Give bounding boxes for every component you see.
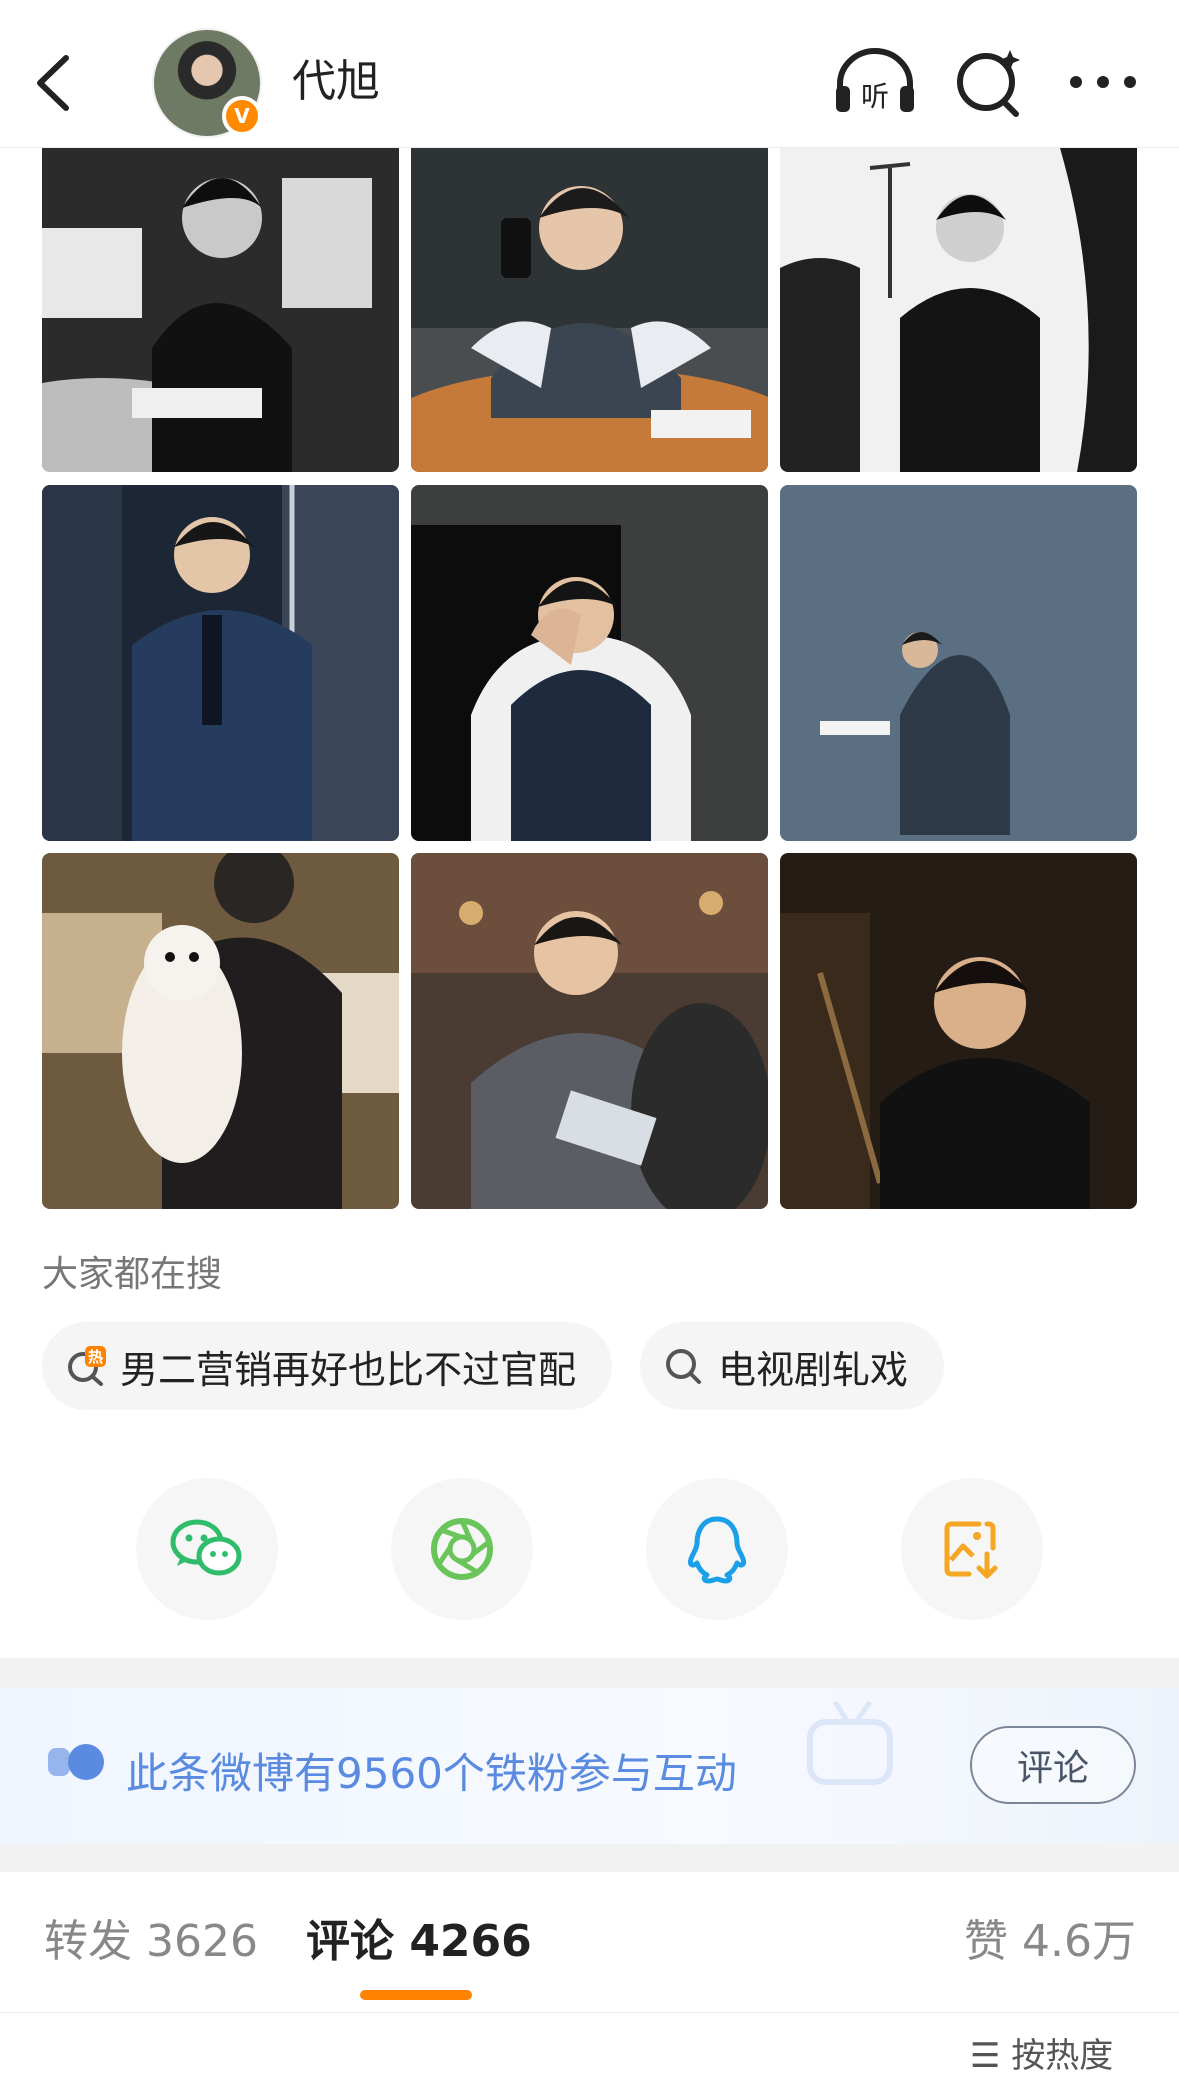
section-divider [0,1658,1179,1688]
more-dots-icon [1070,76,1136,88]
back-button[interactable] [30,48,80,118]
tv-decoration-icon [807,1700,893,1785]
search-chip-label: 电视剧轧戏 [718,1347,909,1392]
search-sparkle-icon [957,50,1020,117]
verified-badge: V [222,96,262,136]
more-button[interactable] [1058,44,1148,120]
search-button[interactable] [944,44,1034,120]
photo-3[interactable] [780,148,1137,472]
fan-interaction-banner: 此条微博有9560个铁粉参与互动 评论 [0,1688,1179,1844]
photo-2[interactable] [411,148,768,472]
tab-comment[interactable]: 评论 4266 [306,1912,532,1972]
photo-5[interactable] [411,485,768,841]
share-wechat-button[interactable] [136,1478,278,1620]
share-qq-button[interactable] [646,1478,788,1620]
hot-search-title: 大家都在搜 [42,1254,223,1295]
interaction-tabs: 转发 3626 评论 4266 赞 4.6万 [0,1872,1179,2012]
save-image-button[interactable] [901,1478,1043,1620]
fan-icon [48,1744,104,1780]
sort-button[interactable]: ☰ 按热度 [970,2028,1113,2077]
divider [0,2012,1179,2013]
search-chip-2[interactable]: 电视剧轧戏 [640,1322,945,1410]
search-chip-1[interactable]: 热 男二营销再好也比不过官配 [42,1322,613,1410]
tab-repost[interactable]: 转发 3626 [44,1912,258,1972]
listen-button[interactable]: 听 [830,44,920,120]
photo-grid [42,148,1137,1210]
active-tab-indicator [360,1990,472,2000]
username[interactable]: 代旭 [292,52,380,112]
section-divider [0,1844,1179,1872]
hot-badge: 热 [88,1348,103,1366]
fan-interaction-text: 此条微博有9560个铁粉参与互动 [126,1749,737,1798]
photo-1[interactable] [42,148,399,472]
photo-6[interactable] [780,485,1137,841]
photo-9[interactable] [780,853,1137,1209]
listen-label: 听 [861,80,889,113]
hot-search-icon: 热 [68,1346,106,1386]
search-chip-label: 男二营销再好也比不过官配 [120,1347,577,1392]
top-nav-bar: V 代旭 听 [0,0,1179,148]
photo-8[interactable] [411,853,768,1209]
wechat-icon [170,1519,242,1576]
sort-icon: ☰ [970,2036,1012,2076]
share-moments-button[interactable] [391,1478,533,1620]
search-icon [666,1349,701,1384]
save-image-icon [944,1521,998,1579]
moments-icon [431,1518,493,1580]
photo-4[interactable] [42,485,399,841]
photo-7[interactable] [42,853,399,1209]
chevron-left-icon [37,55,69,111]
headphones-icon: 听 [836,48,914,113]
tab-like[interactable]: 赞 4.6万 [964,1912,1136,1972]
fan-comment-button[interactable]: 评论 [970,1726,1136,1804]
sort-label: 按热度 [1011,2036,1114,2076]
qq-icon [688,1516,746,1584]
